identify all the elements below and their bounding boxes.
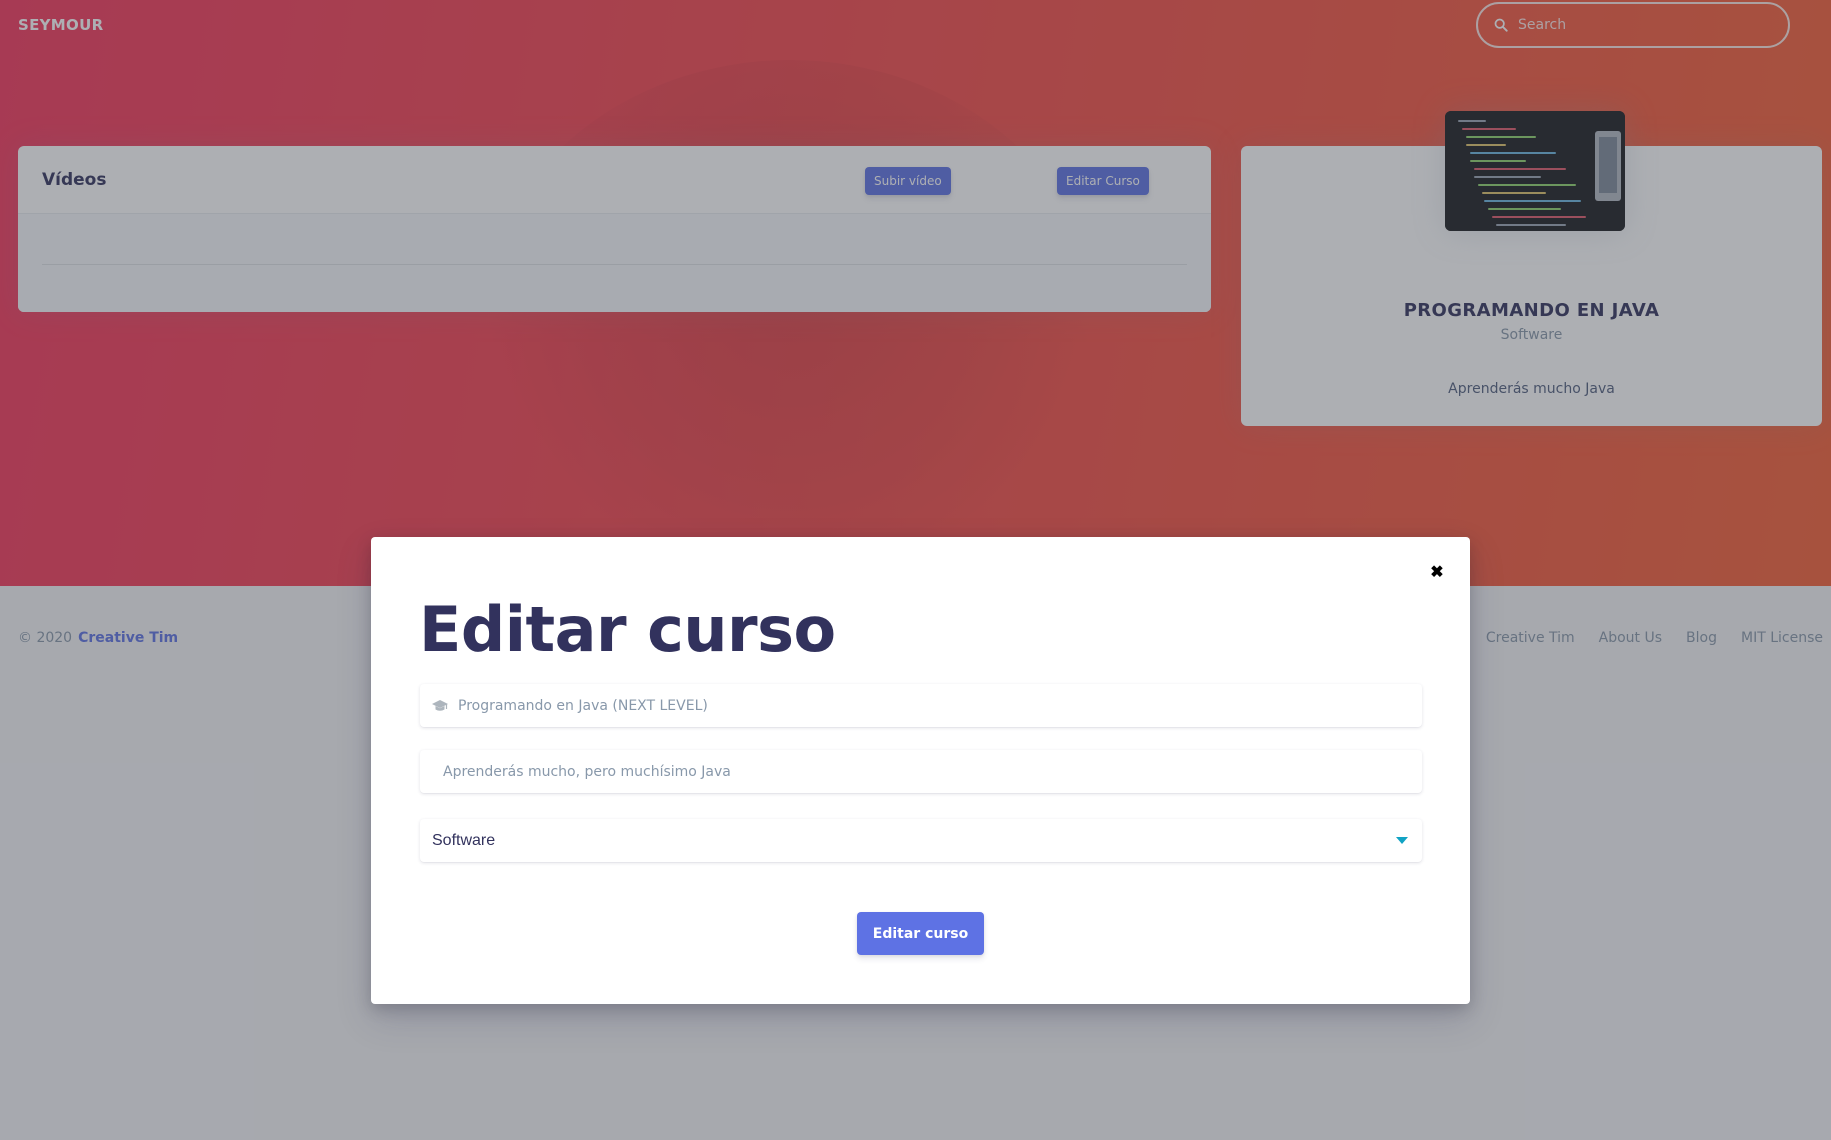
category-selected-value: Software <box>432 831 496 849</box>
course-name-input[interactable] <box>458 697 1422 714</box>
course-description-field[interactable] <box>420 750 1422 793</box>
edit-course-modal: ✖ Editar curso Software Editar curso <box>371 537 1470 1004</box>
category-select[interactable]: Software <box>420 819 1422 862</box>
close-icon[interactable]: ✖ <box>1425 561 1449 585</box>
modal-title: Editar curso <box>419 593 836 666</box>
course-description-input[interactable] <box>443 763 1422 780</box>
course-name-field[interactable] <box>420 684 1422 727</box>
graduation-cap-icon <box>432 699 448 711</box>
submit-edit-course-button[interactable]: Editar curso <box>857 912 984 955</box>
caret-down-icon <box>1396 836 1408 844</box>
